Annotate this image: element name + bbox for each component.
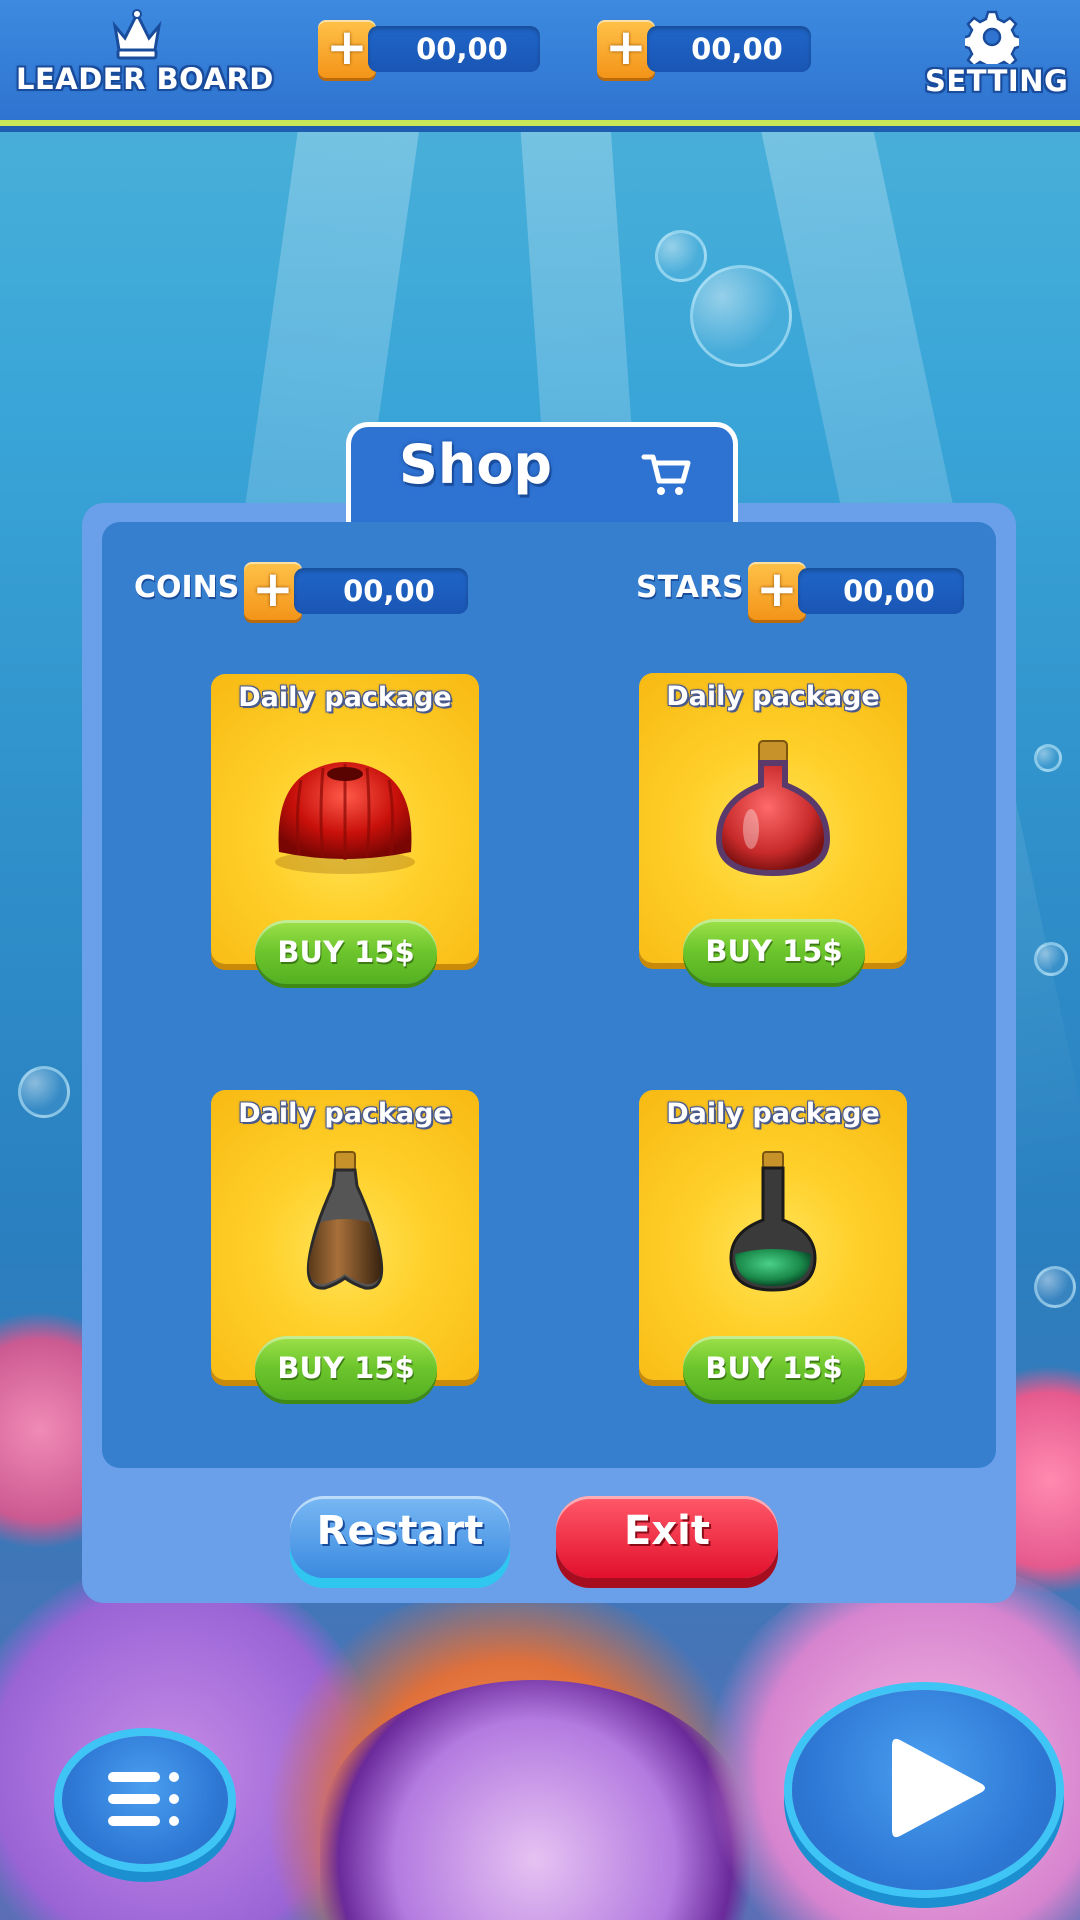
- jelly-icon: [275, 762, 415, 874]
- bubble: [1034, 744, 1062, 772]
- stars-label: STARS: [636, 570, 744, 605]
- package-card-3: Daily package BUY 15$: [211, 1090, 479, 1400]
- menu-icon: [108, 1772, 179, 1826]
- package-title: Daily package: [238, 1098, 452, 1129]
- buy-button[interactable]: BUY 15$: [255, 920, 437, 984]
- plus-icon: +: [326, 18, 368, 76]
- menu-button[interactable]: [62, 1736, 228, 1864]
- leaderboard-label: LEADER BOARD: [16, 62, 274, 96]
- buy-button[interactable]: BUY 15$: [683, 919, 865, 983]
- gear-icon: [965, 10, 1019, 64]
- plus-icon: +: [605, 18, 647, 76]
- counter-2-value: 00,00: [647, 26, 811, 72]
- coins-value: 00,00: [294, 568, 468, 614]
- package-title: Daily package: [666, 1098, 880, 1129]
- play-icon: [892, 1738, 985, 1838]
- shop-title: Shop: [399, 433, 553, 496]
- crown-icon: [112, 9, 162, 60]
- top-bar: LEADER BOARD + 00,00 + 00,00 SETTING: [0, 0, 1080, 126]
- setting-button[interactable]: SETTING: [920, 8, 1069, 100]
- bubble: [1034, 1266, 1076, 1308]
- package-card-1: Daily package BUY 15$: [211, 674, 479, 984]
- coins-label: COINS: [134, 570, 240, 605]
- stars-counter: + 00,00: [748, 562, 964, 620]
- brown-potion-icon: [306, 1151, 384, 1290]
- package-card-2: Daily package BUY 15$: [639, 673, 907, 983]
- play-button[interactable]: [792, 1690, 1056, 1890]
- package-card-4: Daily package BUY 15$: [639, 1090, 907, 1400]
- buy-button[interactable]: BUY 15$: [683, 1336, 865, 1400]
- coins-counter: + 00,00: [244, 562, 468, 620]
- bubble: [1034, 942, 1068, 976]
- leaderboard-button[interactable]: LEADER BOARD: [14, 6, 273, 98]
- bubble: [690, 265, 792, 367]
- package-title: Daily package: [666, 681, 880, 712]
- exit-button[interactable]: Exit: [556, 1496, 778, 1578]
- restart-button[interactable]: Restart: [290, 1496, 510, 1578]
- setting-label: SETTING: [925, 64, 1069, 98]
- top-counter-1: + 00,00: [318, 20, 540, 78]
- red-potion-icon: [715, 740, 831, 877]
- bubble: [655, 230, 707, 282]
- plus-icon: +: [252, 560, 294, 618]
- bubble: [18, 1066, 70, 1118]
- buy-button[interactable]: BUY 15$: [255, 1336, 437, 1400]
- shop-header: Shop: [346, 422, 738, 527]
- stars-value: 00,00: [798, 568, 964, 614]
- cart-icon: [641, 454, 691, 495]
- plus-icon: +: [756, 560, 798, 618]
- top-counter-2: + 00,00: [597, 20, 811, 78]
- counter-1-value: 00,00: [368, 26, 540, 72]
- green-potion-icon: [729, 1151, 817, 1292]
- package-title: Daily package: [238, 682, 452, 713]
